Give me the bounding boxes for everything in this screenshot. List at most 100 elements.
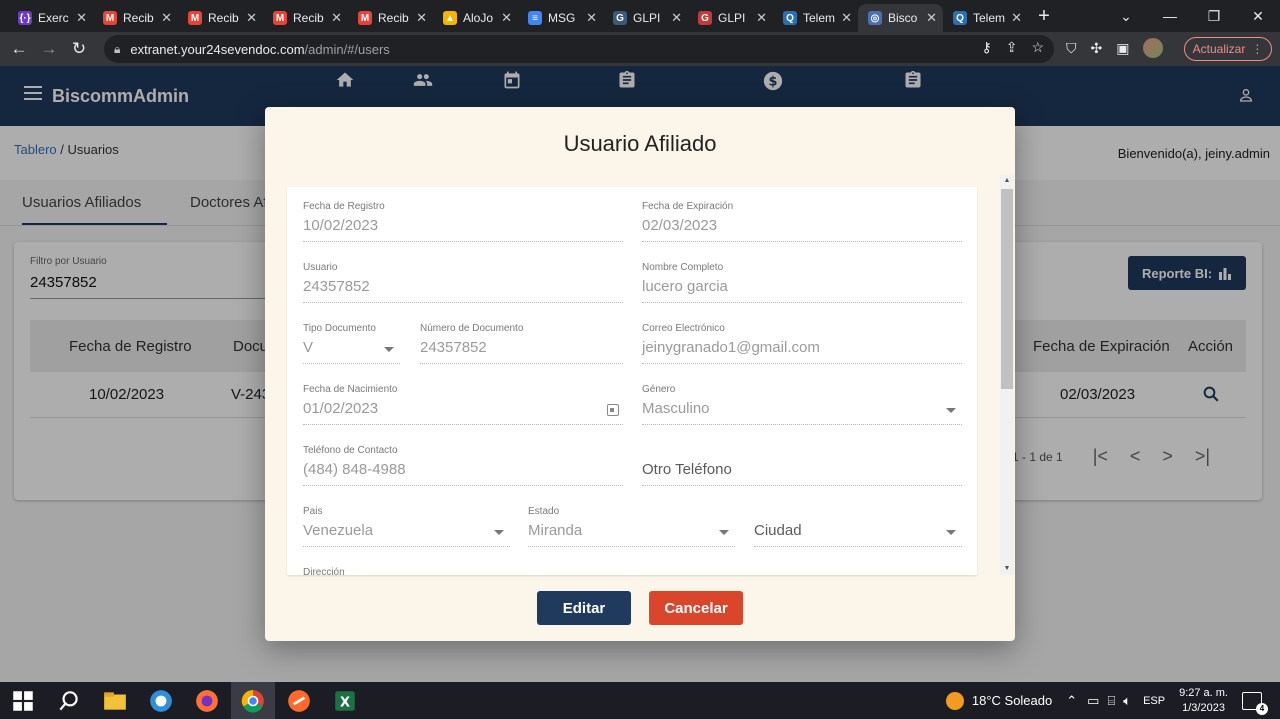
close-tab-icon[interactable]: ✕ (76, 10, 87, 26)
browser-tab[interactable]: M Recib ✕ (263, 4, 348, 32)
field-correo[interactable]: Correo Electrónico jeinygranado1@gmail.c… (642, 323, 962, 364)
field-value: jeinygranado1@gmail.com (642, 339, 820, 356)
browser-tab[interactable]: ▲ AloJo ✕ (433, 4, 518, 32)
browser-tab-title: Recib (378, 11, 409, 25)
close-tab-icon[interactable]: ✕ (671, 10, 682, 26)
key-icon[interactable]: ⚷ (981, 39, 991, 56)
url-path: /admin/#/users (304, 41, 390, 57)
bookmark-star-icon[interactable]: ☆ (1031, 39, 1044, 56)
browser-tab-title: GLPI (633, 11, 661, 25)
edit-button[interactable]: Editar (537, 591, 631, 625)
firefox-icon[interactable] (194, 688, 220, 714)
field-label: Nombre Completo (642, 262, 724, 273)
field-numero-documento[interactable]: Número de Documento 24357852 (420, 323, 623, 364)
select-ciudad[interactable]: Ciudad (754, 506, 962, 547)
close-tab-icon[interactable]: ✕ (1011, 10, 1022, 26)
chevron-down-icon (946, 530, 956, 535)
browser-tab[interactable]: G GLPI ✕ (688, 4, 773, 32)
update-button[interactable]: Actualizar ⋮ (1184, 37, 1272, 61)
battery-icon[interactable]: ▭ (1087, 693, 1099, 709)
excel-icon[interactable]: X (332, 688, 358, 714)
field-nombre-completo[interactable]: Nombre Completo lucero garcia (642, 262, 962, 303)
field-direccion[interactable]: Dirección (303, 567, 623, 575)
browser-tab[interactable]: M Recib ✕ (178, 4, 263, 32)
reload-button[interactable]: ↻ (64, 39, 94, 59)
close-tab-icon[interactable]: ✕ (331, 10, 342, 26)
scroll-up-arrow-icon[interactable]: ▲ (1000, 175, 1014, 187)
browser-tab[interactable]: Q Telem ✕ (773, 4, 858, 32)
select-tipo-documento[interactable]: Tipo Documento V (303, 323, 400, 364)
close-tab-icon[interactable]: ✕ (161, 10, 172, 26)
language-indicator[interactable]: ESP (1143, 695, 1165, 707)
browser-tab[interactable]: M Recib ✕ (348, 4, 433, 32)
field-label: Correo Electrónico (642, 323, 725, 334)
sublime-icon[interactable] (286, 688, 312, 714)
clock[interactable]: 9:27 a. m. 1/3/2023 (1179, 686, 1228, 716)
select-genero[interactable]: Género Masculino (642, 384, 962, 425)
chevron-up-icon[interactable]: ⌃ (1066, 693, 1077, 709)
app-viewport: BiscommAdmin $ Tablero / Usuarios Bienve… (0, 66, 1280, 682)
browser-tab-title: GLPI (718, 11, 746, 25)
side-panel-icon[interactable]: ▣ (1116, 40, 1129, 57)
network-icon[interactable]: ⌸ (1107, 693, 1115, 709)
back-button[interactable]: ← (4, 39, 34, 59)
chevron-down-icon (384, 347, 394, 352)
notifications-icon[interactable]: 4 (1242, 691, 1268, 715)
cancel-button[interactable]: Cancelar (649, 591, 743, 625)
weather-sun-icon[interactable] (945, 691, 964, 710)
calendar-icon[interactable] (607, 404, 619, 416)
volume-icon[interactable]: 🔈︎ (1123, 693, 1131, 709)
close-tab-icon[interactable]: ✕ (586, 10, 597, 26)
minimize-button[interactable]: — (1148, 0, 1192, 32)
puzzle-extensions-icon[interactable]: ✣ (1091, 40, 1103, 57)
close-tab-icon[interactable]: ✕ (501, 10, 512, 26)
field-usuario[interactable]: Usuario 24357852 (303, 262, 623, 303)
new-tab-button[interactable]: + (1028, 5, 1060, 28)
close-tab-icon[interactable]: ✕ (246, 10, 257, 26)
gmail-icon: M (188, 11, 202, 25)
select-pais[interactable]: Pais Venezuela (303, 506, 510, 547)
search-icon[interactable] (56, 688, 82, 714)
tab-search-icon[interactable]: ⌄ (1104, 0, 1148, 32)
select-estado[interactable]: Estado Miranda (528, 506, 735, 547)
browser-tab-title: Telem (803, 11, 836, 25)
field-placeholder: Ciudad (754, 522, 802, 539)
file-explorer-icon[interactable] (102, 688, 128, 714)
dialog-title: Usuario Afiliado (563, 131, 717, 156)
forward-button[interactable]: → (34, 39, 64, 59)
windows-start-icon[interactable] (10, 688, 36, 714)
maximize-button[interactable]: ❐ (1192, 0, 1236, 32)
chat-bird-icon[interactable] (148, 688, 174, 714)
field-value: 02/03/2023 (642, 217, 718, 234)
browser-tab[interactable]: {·} Exerc ✕ (8, 4, 93, 32)
field-fecha-registro[interactable]: Fecha de Registro 10/02/2023 (303, 201, 623, 242)
browser-tab[interactable]: M Recib ✕ (93, 4, 178, 32)
field-otro-telefono[interactable]: Otro Teléfono (642, 445, 962, 486)
field-label: Pais (303, 506, 323, 517)
close-tab-icon[interactable]: ✕ (926, 10, 937, 26)
dialog-scrollbar[interactable]: ▲ ▼ (1000, 175, 1014, 575)
teleconsult-icon: Q (783, 11, 797, 25)
browser-tab[interactable]: ≡ MSG ✕ (518, 4, 603, 32)
scroll-down-arrow-icon[interactable]: ▼ (1000, 563, 1014, 575)
close-tab-icon[interactable]: ✕ (416, 10, 427, 26)
scroll-thumb[interactable] (1001, 189, 1013, 389)
field-telefono[interactable]: Teléfono de Contacto (484) 848-4988 (303, 445, 623, 486)
close-window-button[interactable]: ✕ (1236, 0, 1280, 32)
glpi-icon: G (698, 11, 712, 25)
field-value: Venezuela (303, 522, 374, 539)
shield-extension-icon[interactable]: ⛉ (1066, 40, 1077, 57)
profile-avatar[interactable] (1143, 38, 1164, 58)
close-tab-icon[interactable]: ✕ (841, 10, 852, 26)
chrome-icon[interactable] (240, 688, 266, 714)
field-fecha-expiracion[interactable]: Fecha de Expiración 02/03/2023 (642, 201, 962, 242)
address-bar[interactable]: 🔒︎ extranet.your24sevendoc.com/admin/#/u… (104, 35, 1054, 63)
close-tab-icon[interactable]: ✕ (756, 10, 767, 26)
browser-tab[interactable]: G GLPI ✕ (603, 4, 688, 32)
browser-tab[interactable]: Q Telem ✕ (943, 4, 1028, 32)
browser-tab[interactable]: ◎ Bisco ✕ (858, 4, 943, 32)
field-fecha-nacimiento[interactable]: Fecha de Nacimiento 01/02/2023 (303, 384, 623, 425)
weather-text[interactable]: 18°C Soleado (972, 693, 1052, 708)
share-icon[interactable]: ⇪ (1006, 39, 1018, 56)
field-label: Género (642, 384, 676, 395)
